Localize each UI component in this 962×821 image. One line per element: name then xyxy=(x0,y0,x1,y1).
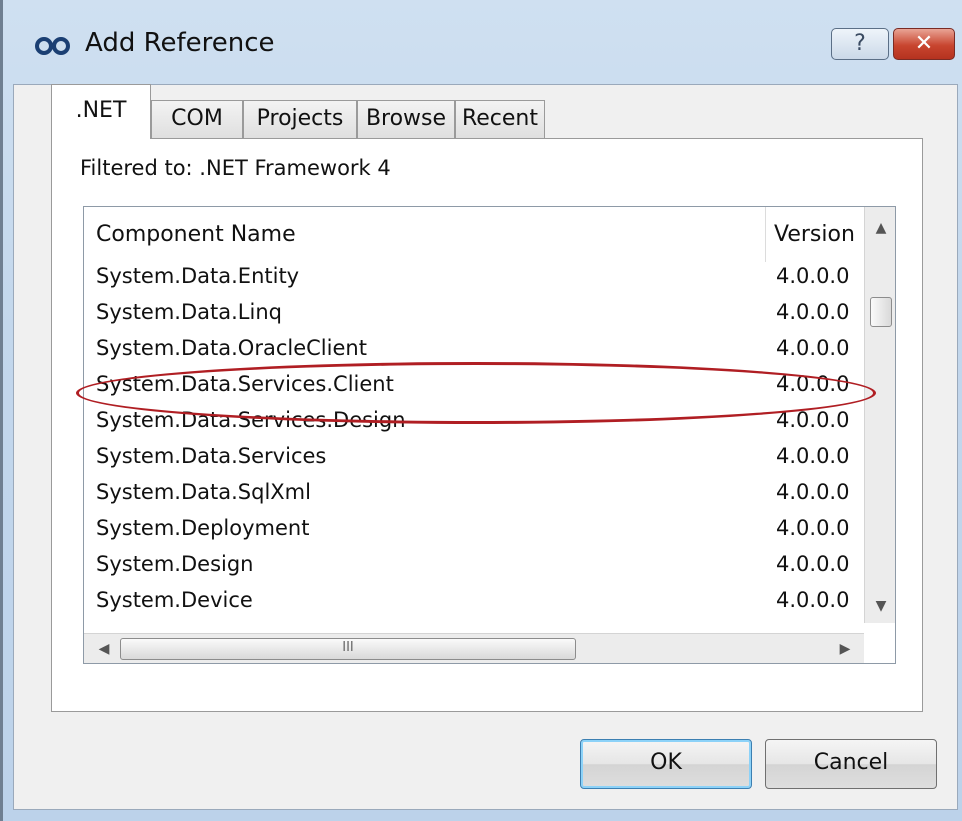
add-reference-icon xyxy=(35,37,70,55)
component-name: System.Data.Entity xyxy=(96,264,300,288)
component-name: System.Design xyxy=(96,552,254,576)
ok-button[interactable]: OK xyxy=(580,739,752,789)
list-item[interactable]: System.Deployment 4.0.0.0 xyxy=(84,512,849,548)
horizontal-scroll-thumb[interactable]: III xyxy=(120,638,576,660)
component-version: 4.0.0.0 xyxy=(776,480,850,504)
list-item[interactable]: System.Device 4.0.0.0 xyxy=(84,584,849,620)
component-version: 4.0.0.0 xyxy=(776,336,850,360)
tab-recent[interactable]: Recent xyxy=(455,100,545,138)
component-name: System.Data.SqlXml xyxy=(96,480,311,504)
vertical-scroll-thumb[interactable] xyxy=(870,297,892,327)
column-header-component-name[interactable]: Component Name xyxy=(84,207,766,262)
scroll-up-arrow-icon[interactable]: ▲ xyxy=(865,213,895,243)
component-name: System.Data.Linq xyxy=(96,300,282,324)
component-name: System.Data.Services.Client xyxy=(96,372,394,396)
component-version: 4.0.0.0 xyxy=(776,516,850,540)
list-item[interactable]: System.Data.Services.Design 4.0.0.0 xyxy=(84,404,849,440)
cancel-button[interactable]: Cancel xyxy=(765,739,937,789)
tab-browse[interactable]: Browse xyxy=(357,100,455,138)
column-header-version[interactable]: Version xyxy=(766,207,855,262)
title-bar[interactable]: Add Reference ? ✕ xyxy=(3,0,962,90)
component-name: System.Deployment xyxy=(96,516,310,540)
help-button[interactable]: ? xyxy=(831,28,889,60)
component-name: System.Data.Services.Design xyxy=(96,408,406,432)
filter-label: Filtered to: .NET Framework 4 xyxy=(80,156,391,180)
list-item-highlighted[interactable]: System.Data.Services.Client 4.0.0.0 xyxy=(84,368,849,404)
window-title: Add Reference xyxy=(85,28,275,58)
component-version: 4.0.0.0 xyxy=(776,444,850,468)
tab-com[interactable]: COM xyxy=(151,100,243,138)
close-button[interactable]: ✕ xyxy=(893,28,955,60)
list-item[interactable]: System.Data.Services 4.0.0.0 xyxy=(84,440,849,476)
component-version: 4.0.0.0 xyxy=(776,408,850,432)
scroll-left-arrow-icon[interactable]: ◀ xyxy=(88,634,120,663)
component-list[interactable]: Component Name Version System.Data.Entit… xyxy=(83,206,896,664)
component-version: 4.0.0.0 xyxy=(776,552,850,576)
list-item[interactable]: System.Design 4.0.0.0 xyxy=(84,548,849,584)
tab-projects[interactable]: Projects xyxy=(243,100,357,138)
list-item[interactable]: System.Data.Linq 4.0.0.0 xyxy=(84,296,849,332)
list-item[interactable]: System.Data.Entity 4.0.0.0 xyxy=(84,260,849,296)
list-item[interactable]: System.Data.SqlXml 4.0.0.0 xyxy=(84,476,849,512)
tab-net[interactable]: .NET xyxy=(51,84,151,139)
component-version: 4.0.0.0 xyxy=(776,264,850,288)
component-version: 4.0.0.0 xyxy=(776,372,850,396)
add-reference-dialog: Add Reference ? ✕ .NET COM Projects Brow… xyxy=(0,0,962,821)
scroll-right-arrow-icon[interactable]: ▶ xyxy=(829,634,861,663)
component-version: 4.0.0.0 xyxy=(776,300,850,324)
component-name: System.Data.Services xyxy=(96,444,327,468)
scroll-down-arrow-icon[interactable]: ▼ xyxy=(865,591,895,621)
list-item[interactable]: System.Data.OracleClient 4.0.0.0 xyxy=(84,332,849,368)
component-version: 4.0.0.0 xyxy=(776,588,850,612)
horizontal-scrollbar[interactable]: ◀ III ▶ xyxy=(84,633,864,663)
component-name: System.Device xyxy=(96,588,253,612)
component-name: System.Data.OracleClient xyxy=(96,336,367,360)
vertical-scrollbar[interactable]: ▲ ▼ xyxy=(864,207,895,623)
